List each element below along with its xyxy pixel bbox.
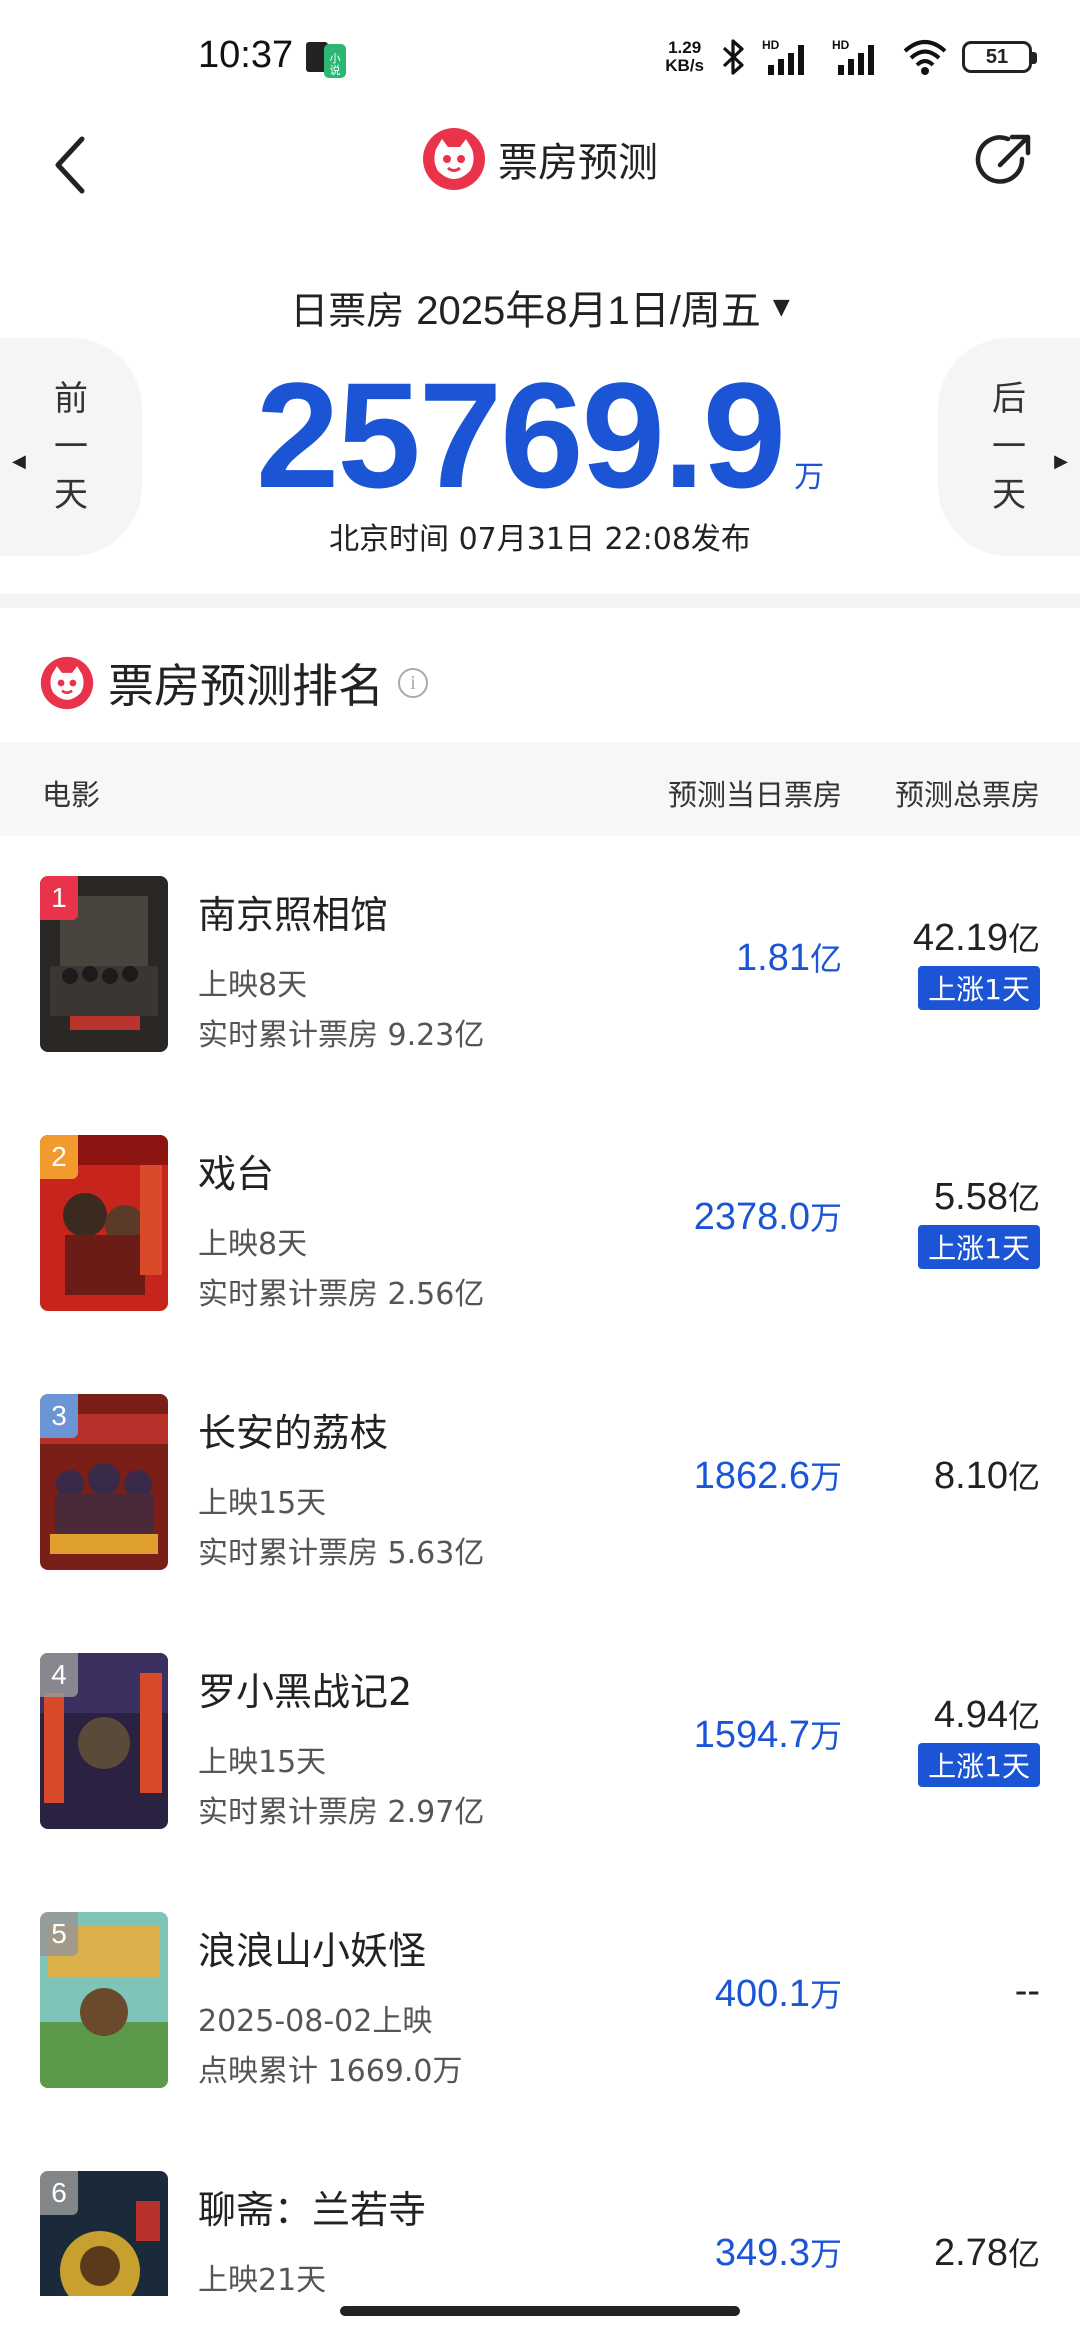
movie-title: 南京照相馆 [198,893,389,937]
svg-text:说: 说 [330,63,341,77]
column-total-box: 预测总票房 [894,778,1040,812]
movie-title: 长安的荔枝 [198,1411,389,1455]
predicted-day-box: 1.81亿 [736,937,842,979]
cumulative-box: 实时累计票房 5.63亿 [198,1536,485,1571]
wifi-icon [903,40,947,75]
rise-badge: 上涨1天 [918,1743,1040,1787]
ranking-header: 票房预测排名 i [40,650,428,716]
date-label: 日票房 [290,288,405,333]
nav-bar: 票房预测 [0,115,1080,265]
ranking-title: 票房预测排名 [108,659,384,713]
movie-row[interactable]: 2 戏台 上映8天 实时累计票房 2.56亿 2378.0万 5.58亿 上涨1… [0,1095,1080,1354]
movie-poster: 1 [40,876,168,1052]
rank-badge: 3 [40,1394,78,1438]
movie-title: 聊斋：兰若寺 [198,2188,427,2232]
bottom-safe-area [0,2296,1080,2340]
rank-badge: 6 [40,2171,78,2215]
rank-badge: 1 [40,876,78,920]
page-title: 票房预测 [498,140,658,186]
bluetooth-icon [722,39,744,75]
movie-row[interactable]: 1 南京照相馆 上映8天 实时累计票房 9.23亿 1.81亿 42.19亿 上… [0,836,1080,1095]
cumulative-box: 实时累计票房 2.56亿 [198,1277,485,1312]
info-icon[interactable]: i [398,668,428,698]
movie-poster: 2 [40,1135,168,1311]
release-info: 2025-08-02上映 [198,2004,433,2039]
column-day-box: 预测当日票房 [667,778,842,812]
movie-row[interactable]: 3 长安的荔枝 上映15天 实时累计票房 5.63亿 1862.6万 8.10亿 [0,1354,1080,1613]
net-speed: 1.29 KB/s [665,38,704,75]
daily-box-office: 25769.9 万 [0,360,1080,510]
release-info: 上映8天 [198,968,308,1003]
release-info: 上映21天 [198,2263,327,2298]
movie-list: 1 南京照相馆 上映8天 实时累计票房 9.23亿 1.81亿 42.19亿 上… [0,836,1080,2340]
predicted-total-box: 2.78亿 [934,2232,1040,2274]
rank-badge: 4 [40,1653,78,1697]
share-icon[interactable] [972,129,1036,193]
section-divider [0,594,1080,608]
cumulative-box: 实时累计票房 9.23亿 [198,1018,485,1053]
nav-title-group: 票房预测 [0,127,1080,191]
rank-badge: 2 [40,1135,78,1179]
cumulative-box: 实时累计票房 2.97亿 [198,1795,485,1830]
predicted-day-box: 2378.0万 [693,1196,842,1238]
box-office-unit: 万 [794,460,825,495]
home-indicator[interactable] [340,2306,740,2316]
cumulative-box: 点映累计 1669.0万 [198,2054,463,2089]
signal-icon: HD [762,38,804,75]
release-info: 上映8天 [198,1227,308,1262]
rise-badge: 上涨1天 [918,966,1040,1010]
date-value: 2025年8月1日/周五 [416,289,761,333]
predicted-day-box: 400.1万 [714,1973,842,2015]
predicted-total-box: 5.58亿 上涨1天 [918,1173,1040,1269]
rank-badge: 5 [40,1912,78,1956]
box-office-value: 25769.9 [255,351,786,519]
publish-time: 北京时间 07月31日 22:08发布 [329,522,751,557]
movie-poster: 4 [40,1653,168,1829]
predicted-total-box: -- [1014,1970,1040,2012]
release-info: 上映15天 [198,1486,327,1521]
dropdown-arrow-icon: ▼ [772,294,790,320]
cat-logo-icon [40,656,94,710]
movie-row[interactable]: 4 罗小黑战记2 上映15天 实时累计票房 2.97亿 1594.7万 4.94… [0,1613,1080,1872]
movie-poster: 3 [40,1394,168,1570]
svg-text:HD: HD [762,38,780,52]
table-header: 电影 预测当日票房 预测总票房 [0,742,1080,836]
battery-indicator: 51 [962,41,1037,73]
date-selector[interactable]: 日票房 2025年8月1日/周五 ▼ [0,278,1080,336]
svg-text:HD: HD [832,38,850,52]
predicted-day-box: 1862.6万 [693,1455,842,1497]
column-movie: 电影 [42,778,101,812]
predicted-total-box: 42.19亿 上涨1天 [913,914,1040,1010]
status-time: 10:37 [198,34,294,76]
status-bar: 10:37 小 说 1.29 KB/s HD HD 51 [0,0,1080,115]
predicted-day-box: 1594.7万 [693,1714,842,1756]
predicted-total-box: 8.10亿 [934,1455,1040,1497]
release-info: 上映15天 [198,1745,327,1780]
movie-poster: 5 [40,1912,168,2088]
movie-title: 戏台 [198,1152,275,1196]
predicted-total-box: 4.94亿 上涨1天 [918,1691,1040,1787]
movie-title: 浪浪山小妖怪 [198,1929,427,1973]
predicted-day-box: 349.3万 [714,2232,842,2274]
movie-row[interactable]: 5 浪浪山小妖怪 2025-08-02上映 点映累计 1669.0万 400.1… [0,1872,1080,2131]
signal-icon-2: HD [832,38,874,75]
reader-app-icon: 小 说 [306,42,346,78]
movie-title: 罗小黑战记2 [198,1670,413,1714]
status-icons: 1.29 KB/s HD HD 51 [665,34,1037,80]
rise-badge: 上涨1天 [918,1225,1040,1269]
cat-logo-icon [423,128,485,190]
